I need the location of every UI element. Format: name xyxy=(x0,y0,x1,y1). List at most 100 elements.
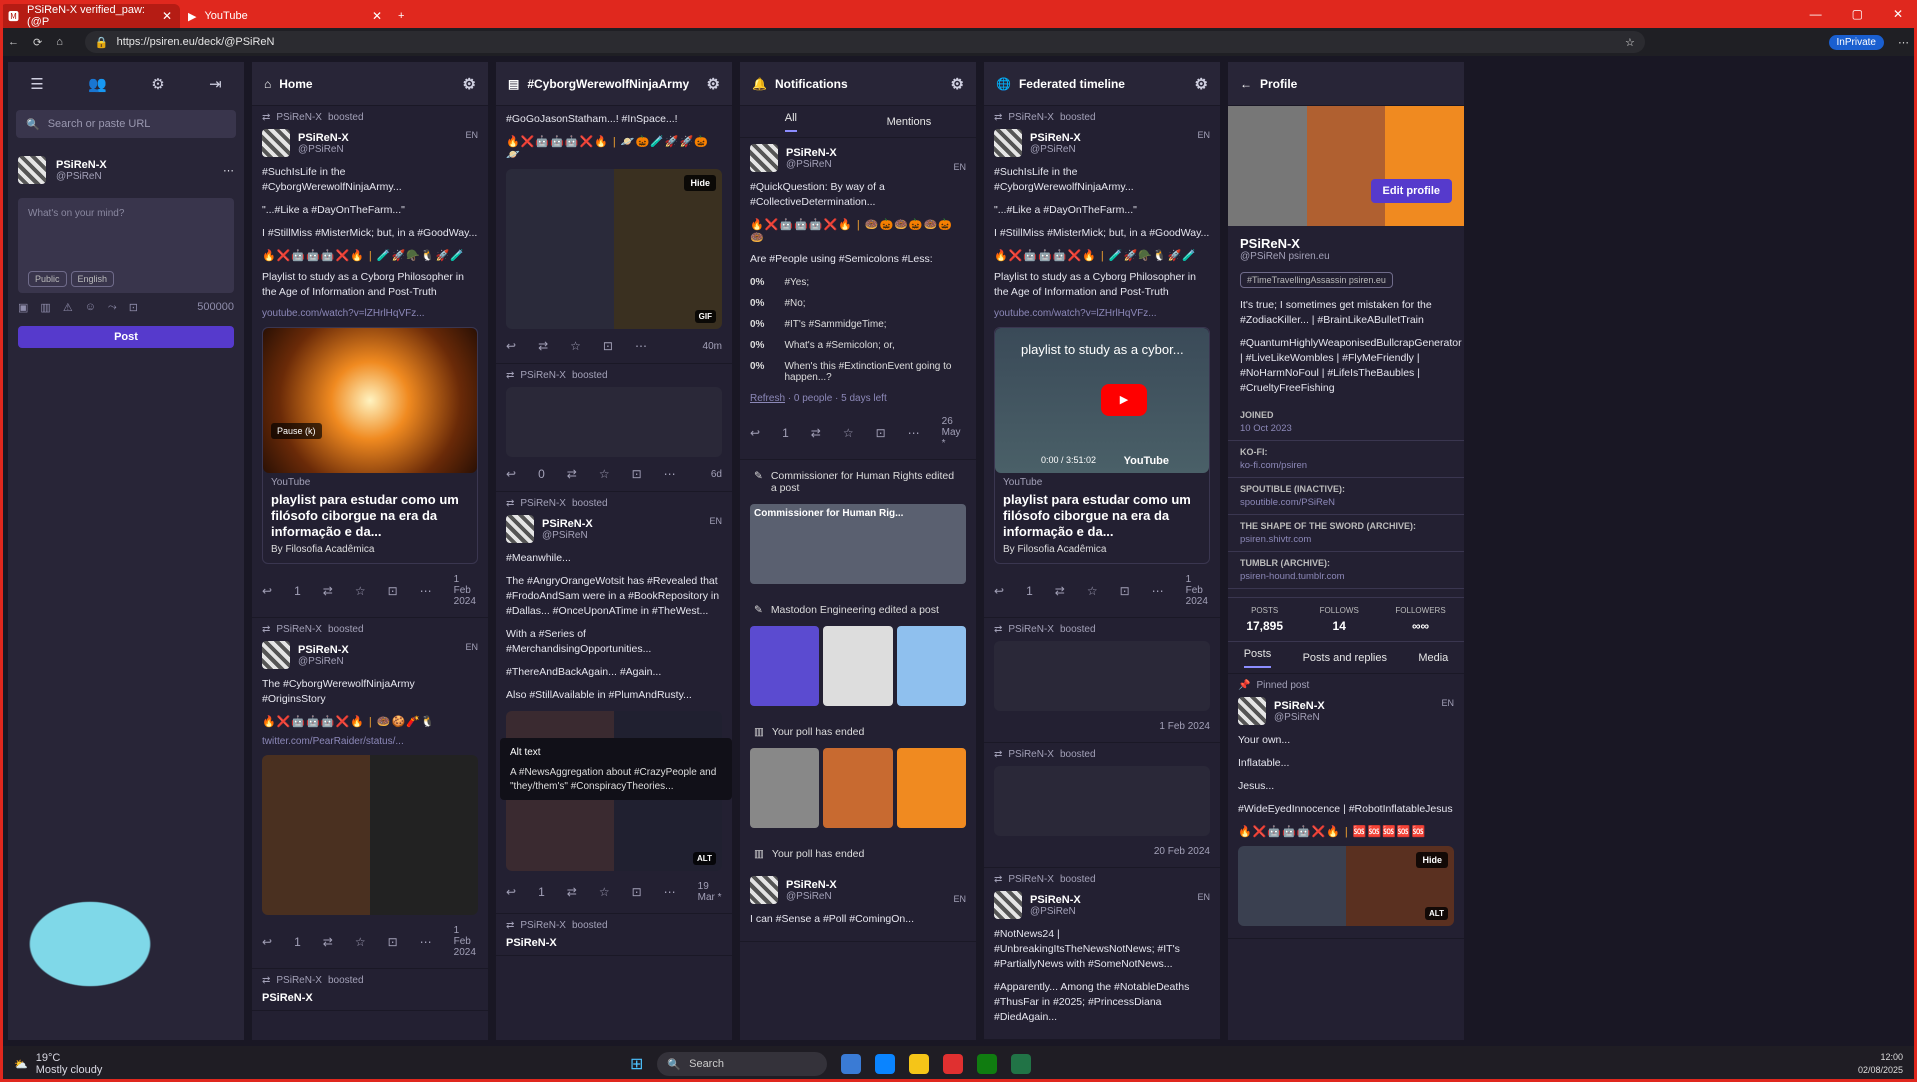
more-icon[interactable]: ⋯ xyxy=(420,935,432,949)
play-icon[interactable]: ▶ xyxy=(1101,384,1147,416)
reply-icon[interactable]: ↩ xyxy=(994,584,1004,598)
tab-all[interactable]: All xyxy=(784,112,798,132)
taskbar-search[interactable]: 🔍 Search xyxy=(657,1052,828,1076)
bookmark-icon[interactable]: ⊡ xyxy=(876,426,886,440)
app-icon[interactable] xyxy=(943,1054,964,1074)
hide-media-button[interactable]: Hide xyxy=(1416,852,1448,868)
visibility-button[interactable]: Public xyxy=(28,271,67,287)
back-icon[interactable]: ← xyxy=(1240,77,1252,91)
back-icon[interactable]: ← xyxy=(8,36,19,48)
windows-start-icon[interactable]: ⊞ xyxy=(630,1054,643,1074)
url-field[interactable]: 🔒 https://psiren.eu/deck/@PSiReN ☆ xyxy=(84,31,1645,53)
post-button[interactable]: Post xyxy=(18,326,234,348)
minimize-icon[interactable]: — xyxy=(1810,7,1822,21)
people-icon[interactable]: 👥 xyxy=(88,75,107,93)
logout-icon[interactable]: ⇥ xyxy=(209,75,222,93)
link-card[interactable]: playlist to study as a cybor... ▶ 0:00 /… xyxy=(994,327,1210,564)
notification-media[interactable] xyxy=(750,626,966,706)
media-gallery[interactable] xyxy=(994,641,1210,711)
more-icon[interactable]: ⋯ xyxy=(420,584,432,598)
avatar[interactable] xyxy=(750,144,778,172)
avatar[interactable] xyxy=(262,129,290,157)
warning-icon[interactable]: ⚠ xyxy=(63,301,73,314)
status-link[interactable]: youtube.com/watch?v=lZHrlHqVFz... xyxy=(994,308,1210,319)
inprivate-badge[interactable]: InPrivate xyxy=(1828,34,1884,50)
home-icon[interactable]: ⌂ xyxy=(56,36,63,48)
boost-icon[interactable]: ⇄ xyxy=(323,935,333,949)
link-card[interactable]: Pause (k) YouTube playlist para estudar … xyxy=(262,327,478,564)
notification-media[interactable]: Commissioner for Human Rig... xyxy=(750,504,966,584)
media-gallery[interactable] xyxy=(994,766,1210,836)
status-link[interactable]: youtube.com/watch?v=lZHrlHqVFz... xyxy=(262,308,478,319)
status[interactable]: ⇄ PSiReN-X boosted PSiReN-X @PSiReN EN #Mea… xyxy=(496,492,732,914)
avatar[interactable] xyxy=(1238,697,1266,725)
reply-icon[interactable]: ↩ xyxy=(262,935,272,949)
status[interactable]: #GoGoJasonStatham...! #InSpace...! 🔥❌🤖🤖🤖… xyxy=(496,106,732,364)
avatar[interactable] xyxy=(18,156,46,184)
current-account[interactable]: PSiReN-X @PSiReN ⋯ xyxy=(8,142,244,198)
avatar[interactable] xyxy=(994,891,1022,919)
more-icon[interactable]: ⋯ xyxy=(635,339,647,353)
gear-icon[interactable]: ⚙ xyxy=(951,75,964,93)
posts-count[interactable]: POSTS 17,895 xyxy=(1246,606,1283,633)
bookmark-icon[interactable]: ⊡ xyxy=(603,339,613,353)
status[interactable]: ⇄ PSiReN-X boosted PSiReN-X @PSiReN EN #Not… xyxy=(984,868,1220,1040)
refresh-icon[interactable]: ⟳ xyxy=(33,36,42,49)
status[interactable]: ⇄ PSiReN-X boosted ↩ 0 ⇄ ☆ ⊡ ⋯ 6d xyxy=(496,364,732,492)
poll-icon[interactable]: ▥ xyxy=(40,301,50,314)
status[interactable]: ⇄ PSiReN-X boosted PSiReN-X xyxy=(496,914,732,956)
favorite-icon[interactable]: ☆ xyxy=(1625,36,1635,49)
bookmark-icon[interactable]: ⊡ xyxy=(388,584,398,598)
avatar[interactable] xyxy=(506,515,534,543)
avatar[interactable] xyxy=(994,129,1022,157)
bookmark-icon[interactable]: ⊡ xyxy=(388,935,398,949)
reply-icon[interactable]: ↩ xyxy=(506,339,516,353)
star-icon[interactable]: ☆ xyxy=(843,426,854,440)
close-tab-icon[interactable]: ✕ xyxy=(162,9,172,23)
status[interactable]: PSiReN-X @PSiReN EN I can #Sense a #Poll … xyxy=(740,870,976,942)
youtube-embed[interactable]: playlist to study as a cybor... ▶ 0:00 /… xyxy=(995,328,1209,473)
edge-icon[interactable] xyxy=(875,1054,896,1074)
boost-icon[interactable]: ⇄ xyxy=(567,885,577,899)
excel-icon[interactable] xyxy=(1011,1054,1032,1074)
star-icon[interactable]: ☆ xyxy=(355,935,366,949)
reply-icon[interactable]: ↩ xyxy=(506,467,516,481)
media-gallery[interactable]: Hide ALT xyxy=(1238,846,1454,926)
more-icon[interactable]: ⋯ xyxy=(1152,584,1164,598)
gear-icon[interactable]: ⚙ xyxy=(707,75,720,93)
app-icon[interactable] xyxy=(841,1054,862,1074)
status[interactable]: ⇄ PSiReN-X boosted PSiReN-X xyxy=(252,969,488,1011)
gear-icon[interactable]: ⚙ xyxy=(1195,75,1208,93)
boost-icon[interactable]: ⇄ xyxy=(1055,584,1065,598)
status[interactable]: ⇄ PSiReN-X boosted PSiReN-X @PSiReN EN #Suc… xyxy=(984,106,1220,618)
more-icon[interactable]: ⋯ xyxy=(664,467,676,481)
status[interactable]: PSiReN-X @PSiReN EN #QuickQuestion: By wa… xyxy=(740,138,976,460)
new-tab-button[interactable]: + xyxy=(390,4,412,28)
tab-mentions[interactable]: Mentions xyxy=(887,116,932,128)
bookmark-icon[interactable]: ⊡ xyxy=(1120,584,1130,598)
tab-posts-replies[interactable]: Posts and replies xyxy=(1303,652,1387,664)
media-gallery[interactable] xyxy=(262,755,478,915)
share-icon[interactable]: ⤳ xyxy=(108,301,117,314)
hide-media-button[interactable]: Hide xyxy=(684,175,716,191)
follows-count[interactable]: FOLLOWS 14 xyxy=(1320,606,1359,633)
status[interactable]: 📌 Pinned post PSiReN-X @PSiReN EN Your own… xyxy=(1228,674,1464,939)
reply-icon[interactable]: ↩ xyxy=(506,885,516,899)
notification[interactable]: ▥ Your poll has ended xyxy=(740,716,976,748)
poll-refresh-link[interactable]: Refresh xyxy=(750,393,785,404)
more-icon[interactable]: ⋯ xyxy=(223,164,234,177)
more-icon[interactable]: ⋯ xyxy=(664,885,676,899)
tab-youtube[interactable]: ▶ YouTube ✕ xyxy=(180,4,390,28)
media-gallery[interactable]: Hide GIF xyxy=(506,169,722,329)
status[interactable]: ⇄ PSiReN-X boosted 1 Feb 2024 xyxy=(984,618,1220,743)
star-icon[interactable]: ☆ xyxy=(599,885,610,899)
edit-profile-button[interactable]: Edit profile xyxy=(1370,179,1452,203)
status[interactable]: ⇄ PSiReN-X boosted PSiReN-X @PSiReN EN The … xyxy=(252,618,488,969)
search-input[interactable]: 🔍 Search or paste URL xyxy=(16,110,236,138)
close-tab-icon[interactable]: ✕ xyxy=(372,9,382,23)
bookmark-icon[interactable]: ⊡ xyxy=(632,885,642,899)
status[interactable]: ⇄ PSiReN-X boosted PSiReN-X @PSiReN EN #Suc… xyxy=(252,106,488,618)
more-icon[interactable]: ⋯ xyxy=(908,426,920,440)
reply-icon[interactable]: ↩ xyxy=(262,584,272,598)
language-button[interactable]: English xyxy=(70,271,115,287)
